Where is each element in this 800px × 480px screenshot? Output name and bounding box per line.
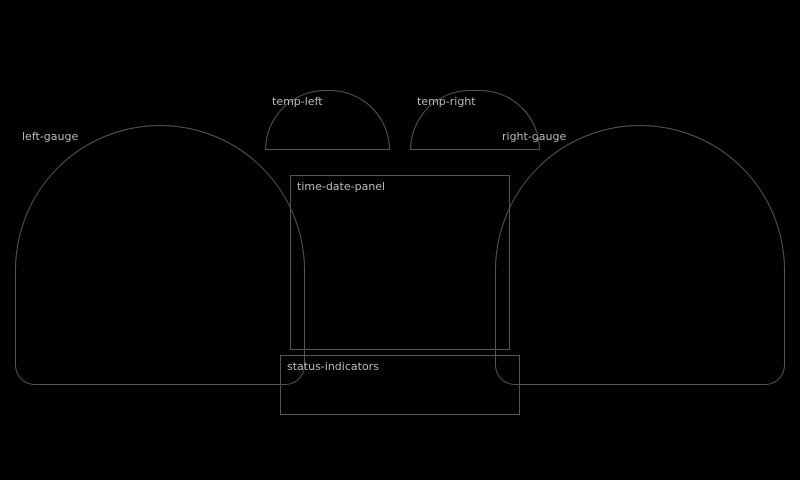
dashboard: left-gauge right-gauge temp-left temp-ri… xyxy=(0,0,800,480)
left-gauge: left-gauge xyxy=(15,125,305,385)
temperature-gauge-left: temp-left xyxy=(265,90,390,150)
time-date-panel: time-date-panel xyxy=(290,175,510,350)
status-indicators: status-indicators xyxy=(280,355,520,415)
temperature-gauge-right: temp-right xyxy=(410,90,540,150)
right-gauge: right-gauge xyxy=(495,125,785,385)
